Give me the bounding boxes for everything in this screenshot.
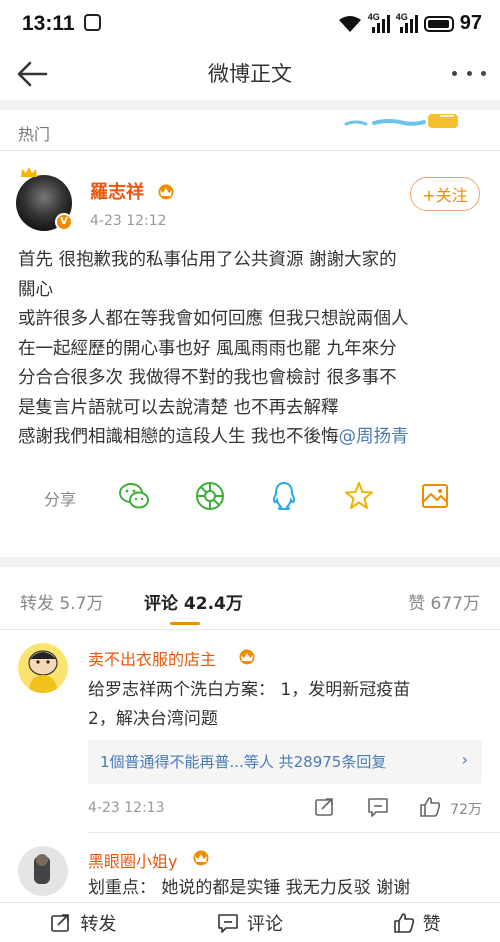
page-title: 微博正文	[208, 62, 292, 86]
section-separator	[0, 557, 500, 567]
commenter-avatar[interactable]	[18, 846, 68, 896]
repost-icon[interactable]	[314, 796, 336, 818]
save-image-icon[interactable]	[419, 480, 451, 512]
like-icon[interactable]	[419, 796, 441, 818]
qq-icon[interactable]	[268, 480, 300, 512]
comment-text-line: 给罗志祥两个洗白方案： 1，发明新冠疫苗	[88, 680, 411, 700]
post-line-text: 感謝我們相識相戀的這段人生 我也不後悔	[18, 427, 339, 447]
section-separator	[0, 100, 500, 110]
comment-text-line: 2，解决台湾问题	[88, 709, 218, 729]
share-label: 分享	[44, 490, 77, 509]
vip-crown-icon	[158, 184, 174, 200]
more-options-icon[interactable]	[452, 58, 486, 88]
post-line: 關心	[18, 279, 53, 300]
moments-icon[interactable]	[194, 480, 226, 512]
status-time: 13:11	[22, 12, 75, 35]
commenter-name[interactable]: 黑眼圈小姐y	[88, 848, 177, 872]
repost-label: 转发	[80, 913, 117, 935]
crown-icon	[21, 167, 37, 177]
follow-button[interactable]: +关注	[410, 177, 480, 211]
commenter-name[interactable]: 卖不出衣服的店主	[88, 646, 216, 670]
active-tab-indicator	[170, 622, 200, 625]
post-line-last: 感謝我們相識相戀的這段人生 我也不後悔@周扬青	[18, 423, 486, 453]
verified-badge-icon: V	[55, 213, 73, 231]
network-type-1: 4G	[367, 11, 380, 22]
comment-icon[interactable]	[367, 796, 389, 818]
decoration-banner	[344, 114, 458, 128]
post-line: 在一起經歷的開心事也好 風風雨雨也罷 九年來分	[18, 338, 397, 359]
comment-tabs: 转发 5.7万 评论 42.4万 赞 677万	[0, 567, 500, 629]
status-bar: 13:11 4G 4G 97	[0, 0, 500, 48]
like-button[interactable]: 赞	[333, 903, 500, 942]
comment-icon	[218, 913, 238, 933]
comment-time: 4-23 12:13	[88, 800, 165, 816]
repost-icon	[51, 913, 70, 932]
divider	[0, 150, 500, 151]
comment-button[interactable]: 评论	[167, 903, 334, 942]
post-line: 是隻言片語就可以去說清楚 也不再去解釋	[18, 397, 339, 418]
share-row: 分享	[0, 478, 500, 518]
qzone-icon[interactable]	[343, 480, 375, 512]
post-line: 或許很多人都在等我會如何回應 但我只想說兩個人	[18, 309, 409, 329]
tab-repost[interactable]: 转发 5.7万	[20, 589, 103, 614]
like-label: 赞	[422, 913, 441, 935]
bottom-action-bar: 转发 评论 赞	[0, 902, 500, 942]
vip-crown-icon	[193, 850, 209, 866]
vip-crown-icon	[239, 649, 255, 665]
chevron-right-icon: ›	[461, 750, 468, 769]
tab-like[interactable]: 赞 677万	[408, 589, 480, 614]
battery-icon	[423, 15, 454, 32]
status-indicators: 4G 4G 97	[338, 12, 482, 35]
post-content: 首先 很抱歉我的私事佔用了公共資源 謝謝大家的 關心 或許很多人都在等我會如何回…	[18, 246, 486, 453]
comment-like-count: 72万	[450, 802, 482, 818]
divider	[88, 832, 500, 833]
repost-button[interactable]: 转发	[0, 903, 167, 942]
nav-bar: 微博正文	[0, 48, 500, 100]
tiktok-notification-icon	[84, 14, 101, 31]
comment-text-line: 划重点： 她说的都是实锤 我无力反驳 谢谢	[88, 878, 411, 898]
divider	[0, 629, 500, 630]
section-label-hot: 热门	[18, 125, 51, 144]
tab-comment[interactable]: 评论 42.4万	[144, 589, 243, 614]
replies-summary[interactable]: 1個普通得不能再普...等人 共28975条回复 ›	[88, 740, 482, 784]
post-line: 首先 很抱歉我的私事佔用了公共資源 謝謝大家的	[18, 250, 397, 270]
comment-label: 评论	[247, 913, 283, 935]
wechat-icon[interactable]	[118, 480, 150, 512]
battery-level: 97	[459, 12, 482, 34]
replies-summary-text: 1個普通得不能再普...等人 共28975条回复	[100, 753, 387, 771]
like-icon	[393, 912, 414, 933]
mention-link[interactable]: @周扬青	[339, 427, 409, 447]
post-line: 分合合很多次 我做得不對的我也會檢討 很多事不	[18, 368, 397, 388]
commenter-avatar[interactable]	[18, 643, 68, 693]
signal-icon-2: 4G	[395, 11, 418, 33]
post-time: 4-23 12:12	[90, 213, 167, 229]
wifi-icon	[338, 15, 361, 32]
network-type-2: 4G	[395, 11, 408, 22]
signal-icon: 4G	[367, 11, 390, 33]
author-name[interactable]: 羅志祥	[90, 178, 144, 204]
